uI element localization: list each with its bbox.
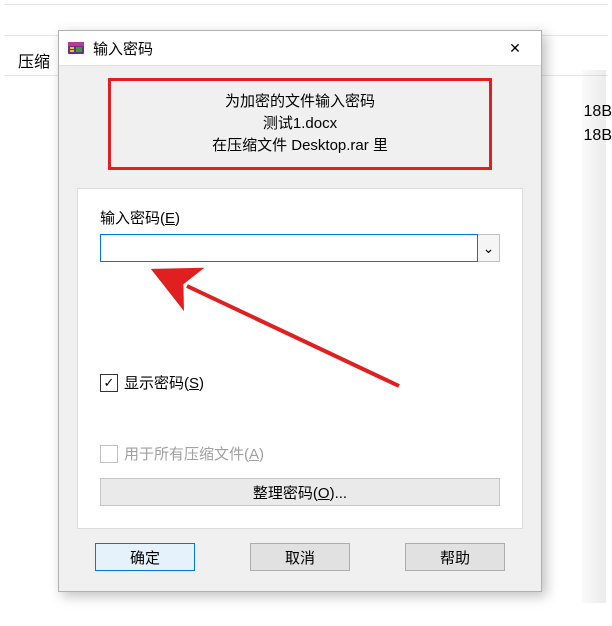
password-label: 输入密码(E) [100,207,500,228]
use-for-all-row: 用于所有压缩文件(A) [100,443,500,464]
winrar-icon [67,39,85,57]
prompt-archive: 在压缩文件 Desktop.rar 里 [125,135,475,157]
show-password-row[interactable]: 显示密码(S) [100,372,500,393]
bg-right-shadow [582,70,606,603]
show-password-label: 显示密码(S) [124,372,204,393]
chevron-down-icon: ⌄ [483,240,495,257]
annotation-highlight-box: 为加密的文件输入密码 测试1.docx 在压缩文件 Desktop.rar 里 [108,78,492,170]
dialog-title: 输入密码 [93,38,495,59]
password-dialog: 输入密码 ✕ 为加密的文件输入密码 测试1.docx 在压缩文件 Desktop… [58,30,542,592]
use-for-all-label: 用于所有压缩文件(A) [124,443,264,464]
dialog-client: 为加密的文件输入密码 测试1.docx 在压缩文件 Desktop.rar 里 … [59,66,541,591]
titlebar[interactable]: 输入密码 ✕ [59,31,541,66]
cancel-button[interactable]: 取消 [250,543,350,571]
prompt-line: 为加密的文件输入密码 [125,91,475,113]
help-button[interactable]: 帮助 [405,543,505,571]
use-for-all-checkbox [100,445,118,463]
dialog-buttons: 确定 取消 帮助 [77,529,523,571]
show-password-checkbox[interactable] [100,374,118,392]
bg-divider [4,4,608,5]
organize-passwords-button[interactable]: 整理密码(O)... [100,478,500,506]
password-combobox: ⌄ [100,234,500,262]
close-icon: ✕ [509,40,521,57]
password-group: 输入密码(E) ⌄ 显示密码(S) 用于所有压缩文件(A) [77,188,523,529]
bg-left-label: 压缩 [18,48,50,72]
password-input[interactable] [100,234,478,262]
close-button[interactable]: ✕ [495,34,535,62]
prompt-filename: 测试1.docx [125,113,475,135]
ok-button[interactable]: 确定 [95,543,195,571]
password-dropdown-button[interactable]: ⌄ [478,234,500,262]
